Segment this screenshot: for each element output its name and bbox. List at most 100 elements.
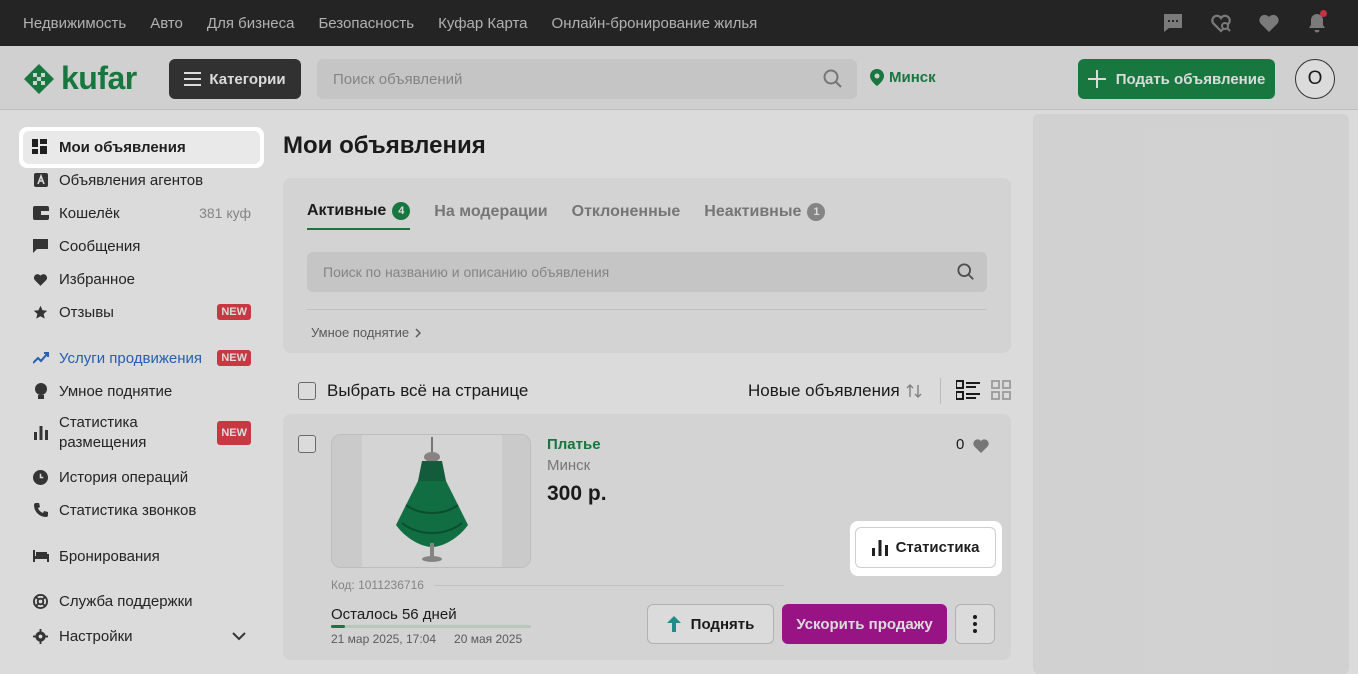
sidebar-item-placement-stats[interactable]: Статистика размещения NEW [23,411,263,455]
smart-raise-label: Умное поднятие [311,325,410,340]
search-input[interactable]: Поиск объявлений [317,59,857,99]
message-icon [32,238,49,255]
sidebar-item-history[interactable]: История операций [23,462,263,492]
more-options-button[interactable] [955,604,995,644]
sidebar-item-my-ads[interactable]: Мои объявления [23,131,260,164]
sidebar-item-agents[interactable]: Объявления агентов [23,165,263,195]
bar-chart-icon [871,539,888,556]
heart-search-icon[interactable] [1210,12,1232,34]
trend-up-icon [32,350,49,367]
ads-search-placeholder: Поиск по названию и описанию объявления [323,264,610,280]
nav-link-map[interactable]: Куфар Карта [438,15,527,32]
menu-icon [184,72,202,86]
nav-link-booking[interactable]: Онлайн-бронирование жилья [552,15,758,32]
divider [307,309,987,310]
highlight-my-ads: Мои объявления [19,127,264,168]
bell-icon[interactable] [1306,10,1328,34]
sidebar-item-label: Умное поднятие [59,382,173,400]
select-all-checkbox[interactable]: Выбрать всё на странице [298,381,528,401]
lifebuoy-icon [32,593,49,610]
search-placeholder: Поиск объявлений [333,70,463,88]
sidebar-item-reviews[interactable]: Отзывы NEW [23,297,263,327]
statistics-label: Статистика [895,539,980,556]
clock-icon [32,469,49,486]
smart-raise-link[interactable]: Умное поднятие [311,325,422,340]
sidebar-item-messages[interactable]: Сообщения [23,231,263,261]
more-vertical-icon [973,615,977,633]
sidebar-item-label: Служба поддержки [59,592,193,610]
user-avatar[interactable]: О [1295,59,1335,99]
city-label: Минск [889,69,936,86]
dashboard-icon [32,139,49,156]
city-selector[interactable]: Минск [870,69,936,86]
ad-status-tabs: Активные 4 На модерации Отклоненные Неак… [307,202,826,230]
ad-photo[interactable] [331,434,531,568]
heart-icon[interactable] [1258,12,1280,34]
remaining-progress-bar [331,625,531,628]
chat-icon[interactable] [1162,12,1184,34]
sidebar-item-settings[interactable]: Настройки [23,621,263,651]
search-icon[interactable] [823,69,843,89]
tab-rejected[interactable]: Отклоненные [572,202,681,230]
select-all-label: Выбрать всё на странице [327,381,529,400]
bed-icon [32,548,49,565]
date-start: 21 мар 2025, 17:04 [331,632,437,646]
plus-icon [1087,70,1106,88]
sidebar-item-promotion[interactable]: Услуги продвижения NEW [23,343,263,373]
search-icon[interactable] [957,263,975,281]
tab-inactive[interactable]: Неактивные 1 [704,202,826,230]
ads-filter-card: Активные 4 На модерации Отклоненные Неак… [283,178,1011,353]
progress-fill [331,625,345,628]
favorites-counter: 0 [956,436,990,453]
sidebar-item-label: Объявления агентов [59,171,204,189]
sidebar-item-smart-raise[interactable]: Умное поднятие [23,376,263,406]
ad-select-checkbox[interactable] [298,435,316,453]
boost-sale-button[interactable]: Ускорить продажу [782,604,947,644]
sidebar-item-label: Отзывы [59,303,114,321]
tab-active[interactable]: Активные 4 [307,202,411,230]
notification-dot [1320,10,1327,17]
raise-label: Поднять [690,615,755,633]
nav-link-business[interactable]: Для бизнеса [207,15,295,32]
heart-icon [973,438,990,453]
sort-dropdown[interactable]: Новые объявления [748,381,922,401]
sidebar-item-label: Сообщения [59,237,141,255]
top-navigation-bar: Недвижимость Авто Для бизнеса Безопаснос… [0,0,1358,46]
ad-code-text: Код: 1011236716 [331,578,424,592]
ad-code: Код: 1011236716 [331,578,784,592]
ad-dates: 21 мар 2025, 17:04 20 мая 2025 [331,632,522,646]
sidebar-item-bookings[interactable]: Бронирования [23,541,263,571]
nav-link-auto[interactable]: Авто [150,15,183,32]
sidebar-item-call-stats[interactable]: Статистика звонков [23,495,263,525]
wallet-icon [32,205,49,222]
site-header: kufar Категории Поиск объявлений Минск П… [0,46,1358,110]
nav-link-realty[interactable]: Недвижимость [23,15,126,32]
sidebar-item-favorites[interactable]: Избранное [23,264,263,294]
grid-view-icon[interactable] [991,380,1011,400]
sidebar-item-label: Избранное [59,270,136,288]
raise-button[interactable]: Поднять [647,604,774,644]
star-icon [32,304,49,321]
page-title: Мои объявления [283,132,486,159]
date-end: 20 мая 2025 [454,632,523,646]
new-badge: NEW [217,350,251,366]
sidebar-item-support[interactable]: Служба поддержки [23,586,263,616]
post-ad-button[interactable]: Подать объявление [1078,59,1275,99]
tab-count-badge: 4 [392,202,411,220]
tab-moderation[interactable]: На модерации [434,202,547,230]
list-view-icon[interactable] [956,380,980,400]
tab-label: Неактивные [704,203,802,220]
new-badge: NEW [217,421,251,445]
wallet-balance: 381 куф [199,205,251,221]
ads-toolbar: Выбрать всё на странице Новые объявления [298,378,1013,404]
chevron-down-icon[interactable] [232,631,246,641]
ads-search-input[interactable]: Поиск по названию и описанию объявления [307,252,987,292]
ad-title-link[interactable]: Платье [547,436,601,453]
checkbox[interactable] [298,382,316,400]
post-ad-label: Подать объявление [1115,70,1266,88]
sidebar-item-wallet[interactable]: Кошелёк 381 куф [23,198,263,228]
statistics-button[interactable]: Статистика [855,527,996,568]
kufar-logo[interactable]: kufar [23,60,137,97]
nav-link-security[interactable]: Безопасность [318,15,414,32]
categories-button[interactable]: Категории [169,59,301,99]
